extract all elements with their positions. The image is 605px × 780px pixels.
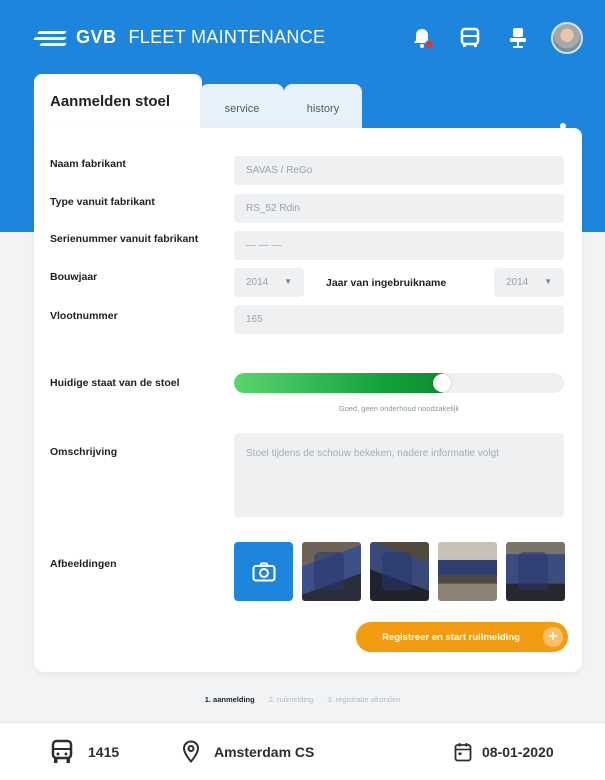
- gvb-logo-icon: [32, 28, 68, 48]
- notification-badge: [425, 40, 434, 49]
- bell-icon[interactable]: [407, 23, 437, 53]
- footer-bar: 1415 Amsterdam CS 08-01-2020: [0, 722, 605, 780]
- plus-icon: +: [543, 627, 563, 647]
- serial-field[interactable]: — — —: [234, 231, 564, 260]
- app-title: FLEET MAINTENANCE: [128, 27, 326, 47]
- tab-bar: Aanmelden stoel service history: [34, 74, 362, 130]
- tab-aanmelden-stoel[interactable]: Aanmelden stoel: [34, 74, 202, 130]
- brand-name: GVB: [76, 27, 117, 47]
- date-value: 08-01-2020: [482, 743, 554, 760]
- register-button-label: Registreer en start ruilmelding: [382, 631, 520, 643]
- seat-photo-4[interactable]: [506, 542, 565, 601]
- inuse-select[interactable]: 2014 ▼: [494, 268, 564, 297]
- description-textarea[interactable]: Stoel tijdens de schouw bekeken, nadere …: [234, 433, 564, 517]
- type-label: Type vanuit fabrikant: [50, 196, 155, 208]
- user-avatar[interactable]: [551, 22, 583, 54]
- step-indicator: 1. aanmelding 2. ruilmelding 3. registra…: [0, 695, 605, 704]
- camera-button[interactable]: [234, 542, 293, 601]
- serial-label: Serienummer vanuit fabrikant: [50, 233, 199, 245]
- register-button[interactable]: Registreer en start ruilmelding +: [356, 622, 568, 652]
- step-3: 3. registratie afronden: [327, 695, 401, 704]
- inuse-label: Jaar van ingebruikname: [326, 277, 447, 289]
- chevron-down-icon: ▼: [544, 277, 552, 286]
- footer-location: Amsterdam CS: [182, 739, 315, 764]
- bus-number: 1415: [88, 743, 120, 760]
- registration-card: Naam fabrikant SAVAS / ReGo Type vanuit …: [34, 123, 582, 672]
- step-2: 2. ruilmelding: [268, 695, 314, 704]
- step-1: 1. aanmelding: [204, 695, 255, 704]
- type-field[interactable]: RS_52 Rdin: [234, 194, 564, 223]
- seat-icon[interactable]: [503, 23, 533, 53]
- condition-slider[interactable]: [234, 373, 564, 393]
- slider-handle[interactable]: [432, 374, 451, 392]
- fleet-field[interactable]: 165: [234, 305, 564, 334]
- bus-icon: [51, 739, 73, 763]
- header-icons: [407, 22, 583, 54]
- tab-service[interactable]: service: [200, 84, 284, 130]
- footer-bus: 1415: [50, 739, 119, 765]
- condition-label: Huidige staat van de stoel: [50, 377, 180, 389]
- inuse-select-value: 2014: [506, 277, 529, 288]
- seat-photo-3[interactable]: [438, 542, 497, 601]
- year-label: Bouwjaar: [50, 271, 98, 283]
- footer-date: 08-01-2020: [454, 742, 554, 762]
- location-pin-icon: [182, 739, 200, 763]
- year-select[interactable]: 2014 ▼: [234, 268, 304, 297]
- images-label: Afbeeldingen: [50, 558, 117, 570]
- brand: GVB FLEET MAINTENANCE: [32, 27, 326, 48]
- location-name: Amsterdam CS: [214, 743, 315, 760]
- calendar-icon: [454, 742, 472, 761]
- seat-photo-1[interactable]: [302, 542, 361, 601]
- bus-icon[interactable]: [455, 23, 485, 53]
- camera-icon: [252, 562, 275, 581]
- seat-photo-2[interactable]: [370, 542, 429, 601]
- description-label: Omschrijving: [50, 446, 118, 458]
- condition-text: Goed, geen onderhoud noodzakelijk: [338, 404, 460, 413]
- manufacturer-label: Naam fabrikant: [50, 158, 126, 170]
- year-select-value: 2014: [246, 277, 269, 288]
- image-gallery: [234, 542, 565, 601]
- tab-history[interactable]: history: [284, 84, 362, 130]
- fleet-label: Vlootnummer: [50, 310, 118, 322]
- chevron-down-icon: ▼: [284, 277, 292, 286]
- manufacturer-field[interactable]: SAVAS / ReGo: [234, 156, 564, 185]
- condition-fill: [234, 373, 451, 393]
